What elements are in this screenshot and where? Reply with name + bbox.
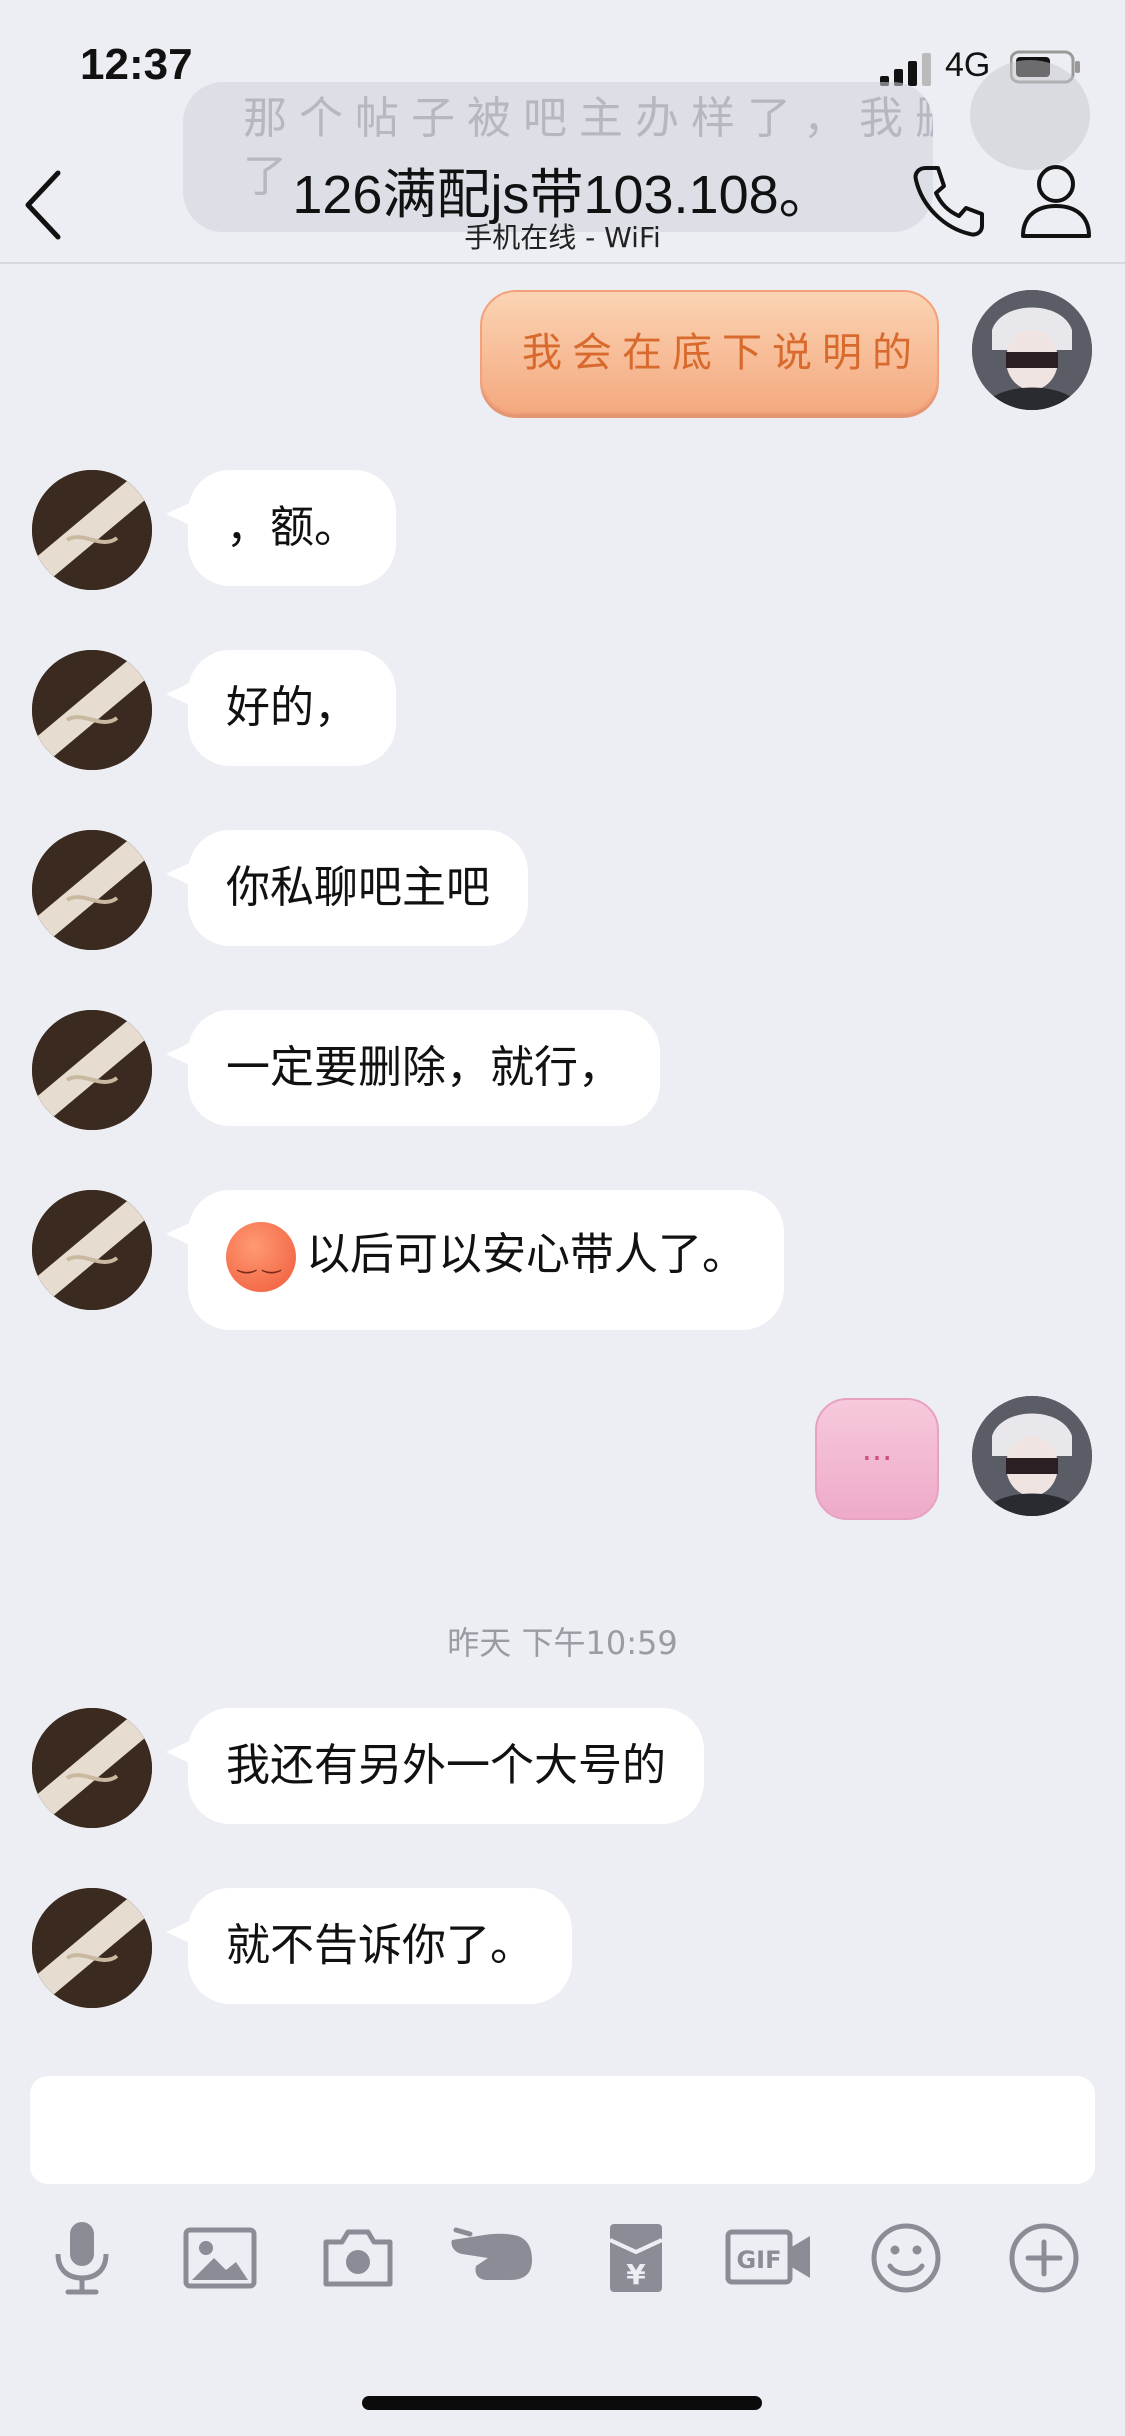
message-text: 我还有另外一个大号的 — [226, 1740, 666, 1791]
avatar-image — [972, 290, 1092, 410]
back-chevron-icon[interactable] — [20, 165, 70, 245]
contact-avatar[interactable] — [32, 1190, 152, 1310]
message-input[interactable] — [30, 2076, 1095, 2184]
avatar-image — [32, 1190, 152, 1310]
received-message-bubble[interactable]: 一定要删除，就行， — [166, 1010, 660, 1126]
avatar-image — [32, 1708, 152, 1828]
message-text: 以后可以安心带人了。 — [306, 1229, 746, 1280]
phone-call-icon[interactable] — [908, 160, 988, 240]
plus-icon[interactable] — [1004, 2218, 1084, 2298]
contact-avatar[interactable] — [32, 1708, 152, 1828]
profile-icon[interactable] — [1017, 160, 1095, 240]
contact-avatar[interactable] — [32, 650, 152, 770]
message-text: 我会在底下说明的 — [522, 330, 922, 376]
message-timestamp: 昨天 下午10:59 — [447, 1624, 678, 1662]
contact-avatar[interactable] — [32, 830, 152, 950]
received-message-bubble[interactable]: 就不告诉你了。 — [166, 1888, 572, 2004]
my-avatar[interactable] — [972, 290, 1092, 410]
received-message-bubble[interactable]: ，额。 — [166, 470, 396, 586]
received-message-bubble[interactable]: 以后可以安心带人了。 — [166, 1190, 784, 1330]
poke-hand-icon[interactable] — [448, 2218, 538, 2298]
notification-text: 那个帖子被吧主办样了，我删不 — [243, 93, 933, 144]
received-message-bubble[interactable]: 好的， — [166, 650, 396, 766]
chat-subtitle: 手机在线 - WiFi — [464, 221, 661, 254]
avatar-image — [972, 1396, 1092, 1516]
contact-avatar[interactable] — [32, 1010, 152, 1130]
received-message-bubble[interactable]: 你私聊吧主吧 — [166, 830, 528, 946]
emoji-icon[interactable] — [866, 2218, 946, 2298]
contact-avatar[interactable] — [32, 1888, 152, 2008]
my-avatar[interactable] — [972, 1396, 1092, 1516]
contact-avatar[interactable] — [32, 470, 152, 590]
sleepy-face-emoji-icon — [226, 1222, 296, 1292]
message-text: ，额。 — [226, 502, 358, 553]
sent-message-bubble[interactable]: ... — [815, 1398, 939, 1520]
avatar-image — [32, 650, 152, 770]
avatar-image — [32, 470, 152, 590]
camera-icon[interactable] — [318, 2218, 398, 2298]
message-text: 一定要删除，就行， — [226, 1042, 622, 1093]
avatar-image — [32, 1010, 152, 1130]
chat-header: 126满配js带103.108。 手机在线 - WiFi — [0, 140, 1125, 264]
signal-icon — [880, 53, 931, 86]
message-text: 就不告诉你了。 — [226, 1920, 534, 1971]
svg-text:GIF: GIF — [736, 2246, 781, 2274]
gif-icon[interactable]: GIF — [724, 2218, 814, 2298]
avatar-image — [32, 830, 152, 950]
message-text: ... — [861, 1430, 893, 1468]
home-indicator[interactable] — [362, 2396, 762, 2410]
red-packet-icon[interactable]: ¥ — [596, 2218, 676, 2298]
microphone-icon[interactable] — [42, 2218, 122, 2298]
image-icon[interactable] — [180, 2218, 260, 2298]
avatar-image — [32, 1888, 152, 2008]
message-text: 好的， — [226, 682, 358, 733]
svg-text:¥: ¥ — [626, 2258, 646, 2291]
message-text: 你私聊吧主吧 — [226, 862, 490, 913]
sent-message-bubble[interactable]: 我会在底下说明的 — [480, 290, 939, 414]
status-time: 12:37 — [80, 40, 193, 89]
received-message-bubble[interactable]: 我还有另外一个大号的 — [166, 1708, 704, 1824]
